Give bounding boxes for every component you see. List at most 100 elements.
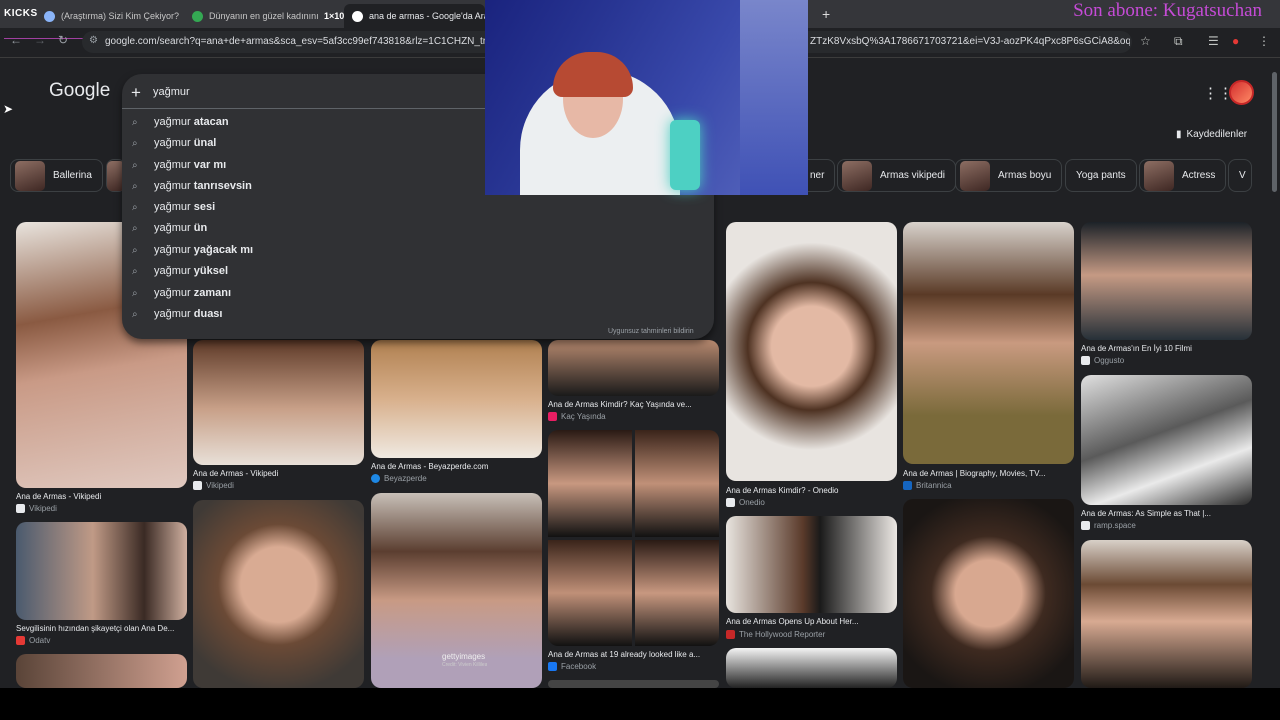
- result-title[interactable]: Ana de Armas'ın En İyi 10 Filmi: [1081, 344, 1252, 353]
- chip-thumbnail: [1144, 160, 1174, 191]
- saved-label: Kaydedilenler: [1186, 129, 1248, 140]
- result-image[interactable]: [1081, 222, 1252, 340]
- result-image[interactable]: [635, 540, 719, 646]
- reading-list-icon[interactable]: ☰: [1208, 34, 1219, 48]
- search-icon: ⌕: [132, 116, 138, 128]
- tab-dunyanin[interactable]: Dünyanın en güzel kadınını seç: [184, 4, 320, 28]
- result-title[interactable]: Ana de Armas Kimdir? Kaç Yaşında ve...: [548, 400, 719, 409]
- report-predictions-link[interactable]: Uygunsuz tahminleri bildirin: [608, 328, 694, 335]
- avatar[interactable]: [1229, 80, 1254, 105]
- result-title[interactable]: Sevgilisinin hızından şikayetçi olan Ana…: [16, 624, 187, 633]
- result-image[interactable]: [726, 648, 897, 688]
- result-image[interactable]: [726, 516, 897, 613]
- result-image[interactable]: [16, 654, 187, 688]
- search-input[interactable]: yağmur: [153, 86, 190, 98]
- url-text-continued: ZTzK8VxsbQ%3A1786671703721&ei=V3J-aozPK4…: [810, 36, 1130, 47]
- chip-label: Ballerina: [53, 170, 92, 181]
- result-image[interactable]: [903, 222, 1074, 464]
- site-info-icon[interactable]: ⚙: [89, 35, 98, 46]
- result-source[interactable]: ramp.space: [1081, 521, 1136, 530]
- result-title[interactable]: Ana de Armas | Biography, Movies, TV...: [903, 469, 1074, 478]
- suggestion-item[interactable]: ⌕ yağmur tanrısevsin: [132, 176, 252, 196]
- result-image[interactable]: [903, 499, 1074, 688]
- result-source[interactable]: Kaç Yaşında: [548, 412, 606, 421]
- forward-icon[interactable]: →: [34, 33, 46, 47]
- result-image[interactable]: [16, 522, 187, 620]
- result-source[interactable]: Beyazperde: [371, 474, 427, 483]
- chip-thumbnail: [960, 160, 990, 191]
- scrollbar-thumb[interactable]: [1272, 72, 1277, 192]
- result-image[interactable]: [548, 430, 632, 537]
- tab-arastirma[interactable]: (Araştırma) Sizi Kim Çekiyor? | C ✕: [36, 4, 182, 28]
- suggestion-item[interactable]: ⌕ yağmur yağacak mı: [132, 240, 253, 260]
- suggestion-item[interactable]: ⌕ yağmur yüksel: [132, 261, 228, 281]
- suggestion-text: yağmur zamanı: [154, 287, 232, 299]
- chip-partial-v[interactable]: V: [1228, 159, 1252, 192]
- result-image[interactable]: [548, 680, 719, 688]
- result-image[interactable]: [726, 222, 897, 481]
- menu-icon[interactable]: ⋮: [1258, 34, 1270, 48]
- watermark-credit: Credit: Vivien Killilea: [442, 662, 488, 668]
- plus-icon[interactable]: +: [131, 83, 141, 103]
- tab-google-search[interactable]: ana de armas - Google'da Ara: [344, 4, 485, 28]
- profile-icon[interactable]: ●: [1232, 34, 1239, 48]
- chip-ballerina[interactable]: Ballerina: [10, 159, 103, 192]
- tab-kicks[interactable]: KICKS: [4, 8, 38, 19]
- tab-title: (Araştırma) Sizi Kim Çekiyor? | C: [61, 11, 182, 21]
- chip-armas-vikipedi[interactable]: Armas vikipedi: [837, 159, 957, 192]
- result-source[interactable]: Vikipedi: [16, 504, 57, 513]
- result-image[interactable]: [635, 430, 719, 537]
- search-icon: ⌕: [132, 222, 138, 234]
- suggestion-item[interactable]: ⌕ yağmur ün: [132, 218, 207, 238]
- chip-actress[interactable]: Actress: [1139, 159, 1227, 192]
- result-source[interactable]: Odatv: [16, 636, 50, 645]
- webcam-background-light: [740, 0, 808, 195]
- new-tab-button[interactable]: +: [822, 6, 830, 22]
- chip-armas-boyu[interactable]: Armas boyu: [955, 159, 1063, 192]
- result-title[interactable]: Ana de Armas at 19 already looked like a…: [548, 650, 719, 659]
- result-image[interactable]: [193, 500, 364, 688]
- reload-icon[interactable]: ↻: [58, 33, 68, 47]
- suggestion-item[interactable]: ⌕ yağmur var mı: [132, 155, 226, 175]
- result-title[interactable]: Ana de Armas - Beyazperde.com: [371, 462, 488, 471]
- result-title[interactable]: Ana de Armas Kimdir? - Onedio: [726, 486, 839, 495]
- saved-link[interactable]: ▮ Kaydedilenler: [1176, 129, 1247, 140]
- suggestion-item[interactable]: ⌕ yağmur ünal: [132, 133, 216, 153]
- result-image[interactable]: [548, 540, 632, 646]
- google-logo[interactable]: Google: [49, 80, 110, 102]
- suggestion-item[interactable]: ⌕ yağmur duası: [132, 304, 222, 324]
- chip-label: ner: [810, 170, 825, 181]
- back-icon[interactable]: ←: [10, 33, 22, 47]
- suggestion-item[interactable]: ⌕ yağmur sesi: [132, 197, 215, 217]
- result-image[interactable]: [548, 340, 719, 396]
- suggestion-item[interactable]: ⌕ yağmur atacan: [132, 112, 229, 132]
- result-title[interactable]: Ana de Armas: As Simple as That |...: [1081, 509, 1252, 518]
- result-source[interactable]: The Hollywood Reporter: [726, 630, 825, 639]
- chip-label: Actress: [1182, 170, 1216, 181]
- result-source[interactable]: Onedio: [726, 498, 765, 507]
- result-source[interactable]: Britannica: [903, 481, 952, 490]
- source-label: Kaç Yaşında: [561, 412, 606, 421]
- result-image[interactable]: [1081, 375, 1252, 505]
- result-title[interactable]: Ana de Armas - Vikipedi: [193, 469, 278, 478]
- result-source[interactable]: Oggusto: [1081, 356, 1124, 365]
- source-label: Britannica: [916, 481, 952, 490]
- suggestion-text: yağmur atacan: [154, 116, 229, 128]
- mouse-cursor-icon: ➤: [3, 102, 14, 116]
- result-image[interactable]: [193, 340, 364, 465]
- result-title[interactable]: Ana de Armas - Vikipedi: [16, 492, 101, 501]
- suggestion-item[interactable]: ⌕ yağmur zamanı: [132, 283, 231, 303]
- hollywood-reporter-icon: [726, 630, 735, 639]
- result-image[interactable]: [1081, 540, 1252, 688]
- rampspace-icon: [1081, 521, 1090, 530]
- result-source[interactable]: Vikipedi: [193, 481, 234, 490]
- chip-label: Armas vikipedi: [880, 170, 946, 181]
- stream-overlay-text: Son abone: Kugatsuchan: [1073, 0, 1262, 21]
- result-image[interactable]: [371, 340, 542, 458]
- result-title[interactable]: Ana de Armas Opens Up About Her...: [726, 617, 897, 626]
- extensions-icon[interactable]: ⧉: [1174, 34, 1183, 49]
- chip-yoga-pants[interactable]: Yoga pants: [1065, 159, 1137, 192]
- suggestion-text: yağmur duası: [154, 308, 223, 320]
- result-source[interactable]: Facebook: [548, 662, 596, 671]
- star-icon[interactable]: ☆: [1140, 34, 1151, 48]
